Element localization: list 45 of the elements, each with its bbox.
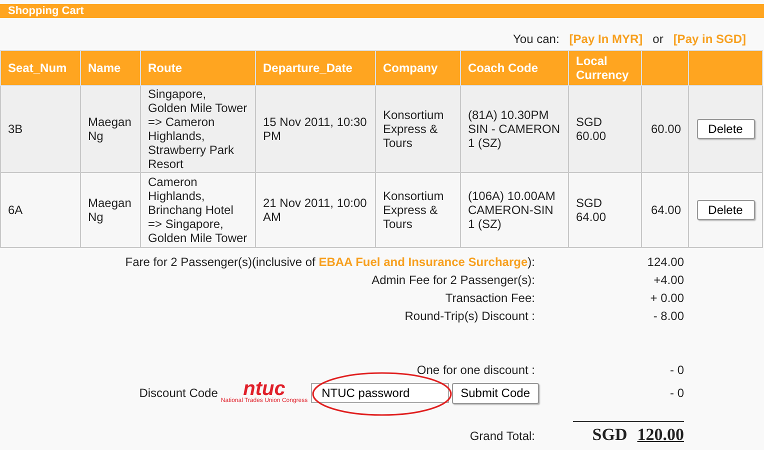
discount-value: - 0 xyxy=(668,363,684,378)
column-header: Local Currency xyxy=(568,50,642,86)
table-cell: 3B xyxy=(0,86,80,172)
table-cell: 21 Nov 2011, 10:00 AM xyxy=(256,172,376,248)
fare-label: Fare for 2 Passenger(s)(inclusive of EBAA Fuel and Insurance Surcharge): xyxy=(124,255,535,270)
table-cell: 60.00 xyxy=(642,86,688,172)
section-title: Shopping Cart xyxy=(8,5,84,17)
table-cell: Cameron Highlands, Brinchang Hotel => Singapore, Golden Mile Tower xyxy=(140,172,256,248)
table-cell: 6A xyxy=(0,172,80,248)
column-header: Departure_Date xyxy=(256,50,376,86)
table-cell: Konsortium Express & Tours xyxy=(376,172,460,248)
charge-value: - 8.00 xyxy=(652,309,684,324)
submit-code-button[interactable]: Submit Code xyxy=(452,382,539,404)
discount-code-value: - 0 xyxy=(668,386,684,400)
table-cell: 15 Nov 2011, 10:30 PM xyxy=(256,86,376,172)
table-cell: SGD 60.00 xyxy=(568,86,642,172)
charge-label: Transaction Fee: xyxy=(444,291,535,306)
grand-total-label: Grand Total: xyxy=(468,428,535,445)
delete-button[interactable]: Delete xyxy=(696,119,754,139)
grand-total-currency: SGD xyxy=(592,425,628,446)
fare-value: 124.00 xyxy=(646,255,684,270)
column-header: Company xyxy=(376,50,460,86)
discount-code-label: Discount Code xyxy=(139,386,218,400)
column-header: Name xyxy=(80,50,140,86)
table-cell: (106A) 10.00AM CAMERON-SIN 1 (SZ) xyxy=(460,172,568,248)
charge-value: +4.00 xyxy=(652,273,684,288)
table-cell: Maegan Ng xyxy=(80,86,140,172)
pay-prompt: You can: xyxy=(513,32,560,48)
charge-value: + 0.00 xyxy=(649,291,684,306)
discount-label: One for one discount : xyxy=(416,363,535,378)
charge-label: Admin Fee for 2 Passenger(s): xyxy=(370,273,535,288)
column-header: Seat_Num xyxy=(0,50,80,86)
column-header: Coach Code xyxy=(460,50,568,86)
delete-button[interactable]: Delete xyxy=(696,200,754,220)
column-header: Route xyxy=(140,50,256,86)
charge-label: Round-Trip(s) Discount : xyxy=(404,309,535,324)
table-cell: Konsortium Express & Tours xyxy=(376,86,460,172)
grand-total-amount: 120.00 xyxy=(637,425,684,446)
separator-text: or xyxy=(652,32,664,48)
discount-code-field[interactable]: NTUC password xyxy=(310,383,449,403)
table-cell: Singapore, Golden Mile Tower => Cameron Highlands, Strawberry Park Resort xyxy=(140,86,256,172)
table-cell: Maegan Ng xyxy=(80,172,140,248)
table-cell: SGD 64.00 xyxy=(568,172,642,248)
table-cell: 64.00 xyxy=(642,172,688,248)
table-cell: (81A) 10.30PM SIN - CAMERON 1 (SZ) xyxy=(460,86,568,172)
